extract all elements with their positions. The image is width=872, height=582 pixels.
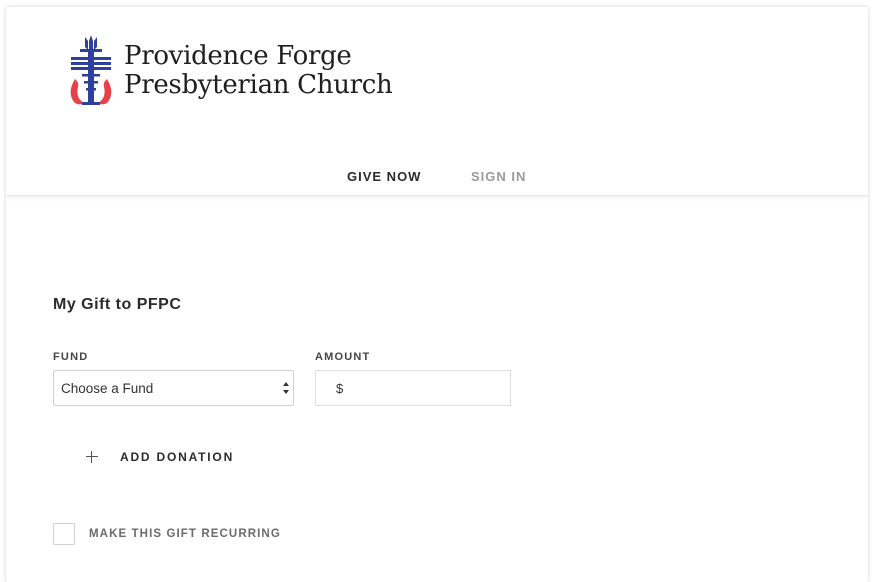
church-logo[interactable]: Providence Forge Presbyterian Church — [68, 35, 393, 107]
currency-prefix: $ — [336, 381, 344, 396]
recurring-label: MAKE THIS GIFT RECURRING — [89, 528, 281, 540]
gift-form: My Gift to PFPC FUND AMOUNT Choose a Fun… — [6, 195, 868, 582]
recurring-option[interactable]: MAKE THIS GIFT RECURRING — [53, 523, 281, 545]
fund-select[interactable]: Choose a Fund — [53, 370, 294, 406]
plus-icon — [86, 451, 98, 463]
church-name: Providence Forge Presbyterian Church — [124, 42, 393, 100]
site-header: Providence Forge Presbyterian Church GIV… — [6, 7, 868, 196]
presbyterian-cross-icon — [70, 35, 112, 105]
fund-select-value: Choose a Fund — [61, 381, 154, 396]
nav-sign-in[interactable]: SIGN IN — [471, 169, 526, 184]
add-donation-button[interactable]: ADD DONATION — [86, 447, 234, 467]
nav-give-now[interactable]: GIVE NOW — [347, 169, 421, 184]
page-frame: Providence Forge Presbyterian Church GIV… — [6, 7, 868, 582]
amount-field[interactable]: $ — [315, 370, 511, 406]
fund-label: FUND — [53, 351, 89, 363]
church-name-line2: Presbyterian Church — [124, 70, 393, 100]
recurring-checkbox[interactable] — [53, 523, 75, 545]
amount-label: AMOUNT — [315, 351, 371, 363]
amount-input[interactable] — [348, 377, 502, 401]
main-nav: GIVE NOW SIGN IN — [6, 169, 868, 187]
form-title: My Gift to PFPC — [53, 296, 182, 313]
add-donation-label: ADD DONATION — [120, 450, 235, 464]
select-updown-icon — [283, 382, 289, 394]
church-name-line1: Providence Forge — [124, 41, 352, 71]
